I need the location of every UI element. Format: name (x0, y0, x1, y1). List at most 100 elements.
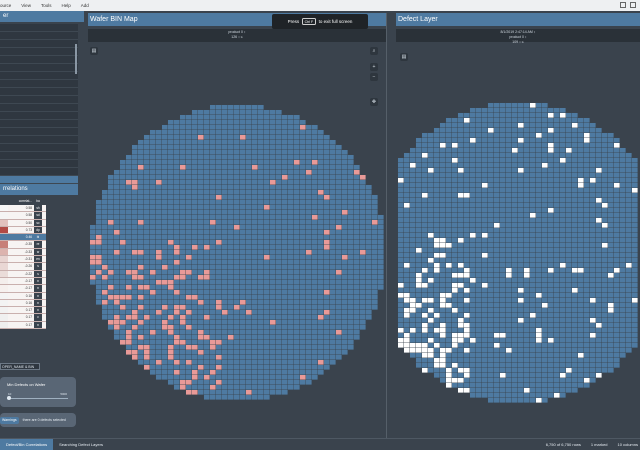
die[interactable] (404, 213, 410, 218)
defect-die[interactable] (428, 258, 434, 263)
defect-die[interactable] (464, 298, 470, 303)
die[interactable] (476, 113, 482, 118)
die[interactable] (156, 135, 162, 140)
die[interactable] (506, 153, 512, 158)
parameter-list-item[interactable] (0, 56, 78, 64)
die[interactable] (372, 265, 378, 270)
die[interactable] (530, 323, 536, 328)
die[interactable] (96, 220, 102, 225)
die[interactable] (156, 335, 162, 340)
die[interactable] (494, 158, 500, 163)
die[interactable] (156, 195, 162, 200)
die[interactable] (264, 315, 270, 320)
die[interactable] (530, 233, 536, 238)
die[interactable] (204, 280, 210, 285)
die[interactable] (482, 393, 488, 398)
die[interactable] (204, 355, 210, 360)
die[interactable] (620, 173, 626, 178)
die[interactable] (324, 350, 330, 355)
die[interactable] (626, 173, 632, 178)
die[interactable] (312, 255, 318, 260)
defect-die[interactable] (398, 293, 404, 298)
die[interactable] (524, 363, 530, 368)
die[interactable] (632, 173, 638, 178)
flagged-die[interactable] (114, 315, 120, 320)
die[interactable] (150, 365, 156, 370)
die[interactable] (138, 355, 144, 360)
defect-die[interactable] (590, 178, 596, 183)
die[interactable] (318, 270, 324, 275)
defect-die[interactable] (614, 268, 620, 273)
flagged-die[interactable] (264, 205, 270, 210)
die[interactable] (494, 203, 500, 208)
die[interactable] (518, 153, 524, 158)
die[interactable] (416, 223, 422, 228)
die[interactable] (336, 250, 342, 255)
die[interactable] (246, 135, 252, 140)
die[interactable] (608, 243, 614, 248)
die[interactable] (174, 125, 180, 130)
die[interactable] (342, 285, 348, 290)
die[interactable] (174, 320, 180, 325)
die[interactable] (294, 300, 300, 305)
die[interactable] (506, 318, 512, 323)
die[interactable] (464, 203, 470, 208)
defect-die[interactable] (404, 313, 410, 318)
die[interactable] (554, 373, 560, 378)
flagged-die[interactable] (180, 275, 186, 280)
die[interactable] (626, 208, 632, 213)
die[interactable] (372, 285, 378, 290)
die[interactable] (536, 138, 542, 143)
die[interactable] (132, 155, 138, 160)
die[interactable] (288, 200, 294, 205)
die[interactable] (428, 283, 434, 288)
die[interactable] (428, 218, 434, 223)
die[interactable] (446, 118, 452, 123)
die[interactable] (404, 323, 410, 328)
die[interactable] (336, 150, 342, 155)
die[interactable] (240, 360, 246, 365)
die[interactable] (198, 170, 204, 175)
die[interactable] (518, 373, 524, 378)
flagged-die[interactable] (324, 240, 330, 245)
die[interactable] (452, 188, 458, 193)
die[interactable] (270, 155, 276, 160)
flagged-die[interactable] (180, 320, 186, 325)
die[interactable] (192, 165, 198, 170)
parameter-list-item[interactable] (0, 128, 78, 136)
die[interactable] (168, 165, 174, 170)
die[interactable] (264, 270, 270, 275)
die[interactable] (336, 195, 342, 200)
die[interactable] (378, 225, 384, 230)
die[interactable] (464, 378, 470, 383)
die[interactable] (288, 150, 294, 155)
die[interactable] (318, 160, 324, 165)
die[interactable] (216, 170, 222, 175)
die[interactable] (530, 373, 536, 378)
die[interactable] (506, 173, 512, 178)
die[interactable] (530, 128, 536, 133)
defect-die[interactable] (404, 333, 410, 338)
die[interactable] (590, 348, 596, 353)
die[interactable] (96, 285, 102, 290)
die[interactable] (452, 218, 458, 223)
die[interactable] (126, 345, 132, 350)
die[interactable] (482, 218, 488, 223)
die[interactable] (240, 295, 246, 300)
parameter-list-item[interactable] (0, 72, 78, 80)
die[interactable] (162, 180, 168, 185)
die[interactable] (240, 180, 246, 185)
die[interactable] (312, 220, 318, 225)
defect-die[interactable] (614, 143, 620, 148)
die[interactable] (120, 180, 126, 185)
die[interactable] (210, 165, 216, 170)
die[interactable] (288, 345, 294, 350)
die[interactable] (240, 200, 246, 205)
flagged-die[interactable] (342, 210, 348, 215)
die[interactable] (366, 310, 372, 315)
die[interactable] (294, 155, 300, 160)
die[interactable] (108, 175, 114, 180)
die[interactable] (512, 188, 518, 193)
die[interactable] (404, 153, 410, 158)
die[interactable] (632, 203, 638, 208)
